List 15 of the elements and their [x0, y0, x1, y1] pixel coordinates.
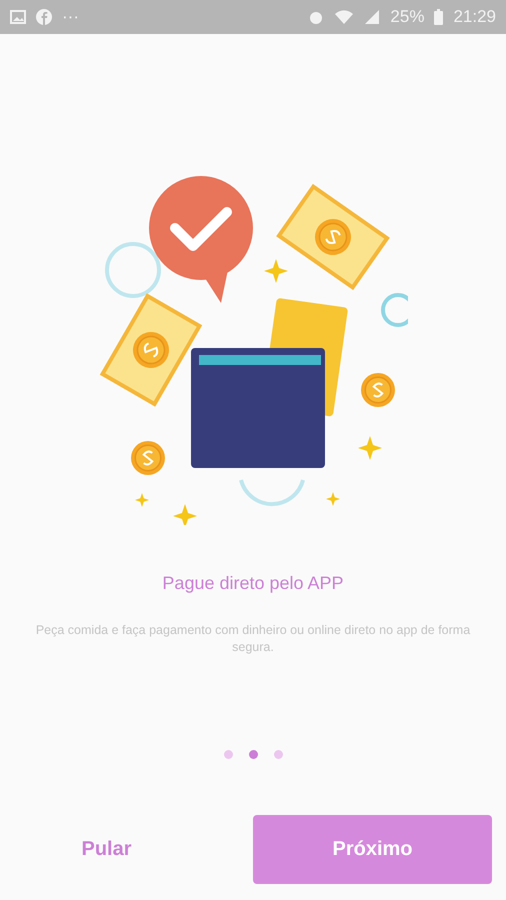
alarm-icon: [308, 9, 324, 25]
page-indicator-dot[interactable]: [248, 750, 258, 759]
slide-title: Pague direto pelo APP: [162, 573, 344, 594]
battery-percentage: 25%: [390, 7, 424, 27]
battery-icon: [434, 9, 444, 25]
image-icon: [10, 10, 26, 24]
skip-button[interactable]: Pular: [20, 815, 193, 884]
clock: 21:29: [453, 7, 496, 27]
more-notifications: ···: [62, 7, 79, 27]
signal-icon: [364, 9, 380, 25]
page-indicator-dot[interactable]: [274, 750, 282, 759]
page-indicator-dot[interactable]: [224, 750, 232, 759]
facebook-icon: [36, 9, 52, 25]
next-button[interactable]: Próximo: [253, 815, 492, 884]
wifi-icon: [334, 9, 354, 25]
